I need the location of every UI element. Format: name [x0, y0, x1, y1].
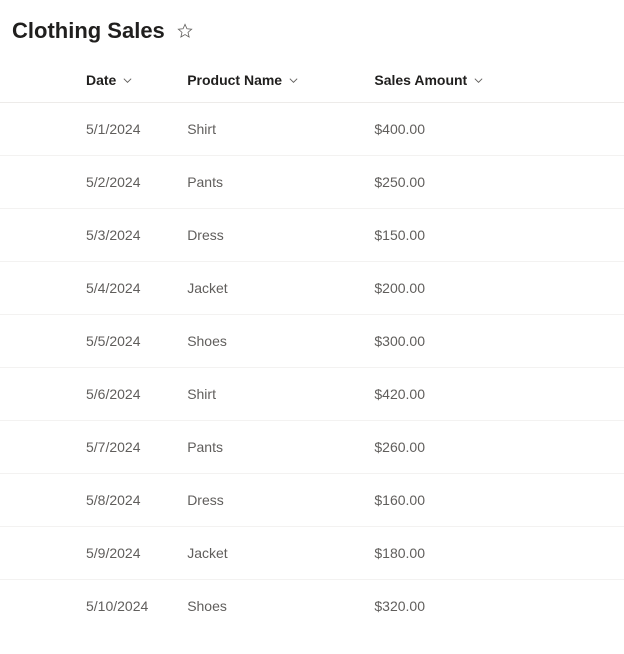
chevron-down-icon: [473, 75, 484, 86]
favorite-star-icon[interactable]: [177, 23, 193, 39]
cell-amount: $300.00: [374, 315, 624, 368]
column-header-date[interactable]: Date: [0, 58, 187, 103]
sales-table: Date Product Name: [0, 58, 624, 632]
page-title: Clothing Sales: [12, 18, 165, 44]
cell-date: 5/4/2024: [0, 262, 187, 315]
cell-amount: $260.00: [374, 421, 624, 474]
cell-product: Jacket: [187, 527, 374, 580]
cell-product: Shoes: [187, 315, 374, 368]
cell-date: 5/5/2024: [0, 315, 187, 368]
cell-amount: $160.00: [374, 474, 624, 527]
cell-date: 5/9/2024: [0, 527, 187, 580]
cell-date: 5/10/2024: [0, 580, 187, 633]
table-row[interactable]: 5/9/2024Jacket$180.00: [0, 527, 624, 580]
column-header-label: Product Name: [187, 72, 282, 88]
cell-date: 5/1/2024: [0, 103, 187, 156]
table-row[interactable]: 5/7/2024Pants$260.00: [0, 421, 624, 474]
table-row[interactable]: 5/3/2024Dress$150.00: [0, 209, 624, 262]
cell-product: Dress: [187, 209, 374, 262]
column-header-label: Date: [86, 72, 116, 88]
cell-amount: $400.00: [374, 103, 624, 156]
table-row[interactable]: 5/4/2024Jacket$200.00: [0, 262, 624, 315]
page-header: Clothing Sales: [0, 0, 624, 58]
cell-amount: $250.00: [374, 156, 624, 209]
cell-date: 5/3/2024: [0, 209, 187, 262]
cell-product: Dress: [187, 474, 374, 527]
cell-date: 5/2/2024: [0, 156, 187, 209]
cell-amount: $320.00: [374, 580, 624, 633]
cell-date: 5/7/2024: [0, 421, 187, 474]
cell-amount: $200.00: [374, 262, 624, 315]
table-header-row: Date Product Name: [0, 58, 624, 103]
table-body: 5/1/2024Shirt$400.005/2/2024Pants$250.00…: [0, 103, 624, 633]
cell-amount: $150.00: [374, 209, 624, 262]
column-header-product[interactable]: Product Name: [187, 58, 374, 103]
table-row[interactable]: 5/5/2024Shoes$300.00: [0, 315, 624, 368]
cell-amount: $420.00: [374, 368, 624, 421]
chevron-down-icon: [122, 75, 133, 86]
table-row[interactable]: 5/10/2024Shoes$320.00: [0, 580, 624, 633]
table-row[interactable]: 5/2/2024Pants$250.00: [0, 156, 624, 209]
cell-product: Shirt: [187, 103, 374, 156]
cell-product: Shirt: [187, 368, 374, 421]
cell-product: Shoes: [187, 580, 374, 633]
table-row[interactable]: 5/1/2024Shirt$400.00: [0, 103, 624, 156]
sales-table-wrap: Date Product Name: [0, 58, 624, 632]
cell-product: Pants: [187, 421, 374, 474]
column-header-amount[interactable]: Sales Amount: [374, 58, 624, 103]
cell-product: Jacket: [187, 262, 374, 315]
cell-date: 5/6/2024: [0, 368, 187, 421]
table-row[interactable]: 5/8/2024Dress$160.00: [0, 474, 624, 527]
table-row[interactable]: 5/6/2024Shirt$420.00: [0, 368, 624, 421]
chevron-down-icon: [288, 75, 299, 86]
cell-amount: $180.00: [374, 527, 624, 580]
cell-date: 5/8/2024: [0, 474, 187, 527]
column-header-label: Sales Amount: [374, 72, 467, 88]
cell-product: Pants: [187, 156, 374, 209]
